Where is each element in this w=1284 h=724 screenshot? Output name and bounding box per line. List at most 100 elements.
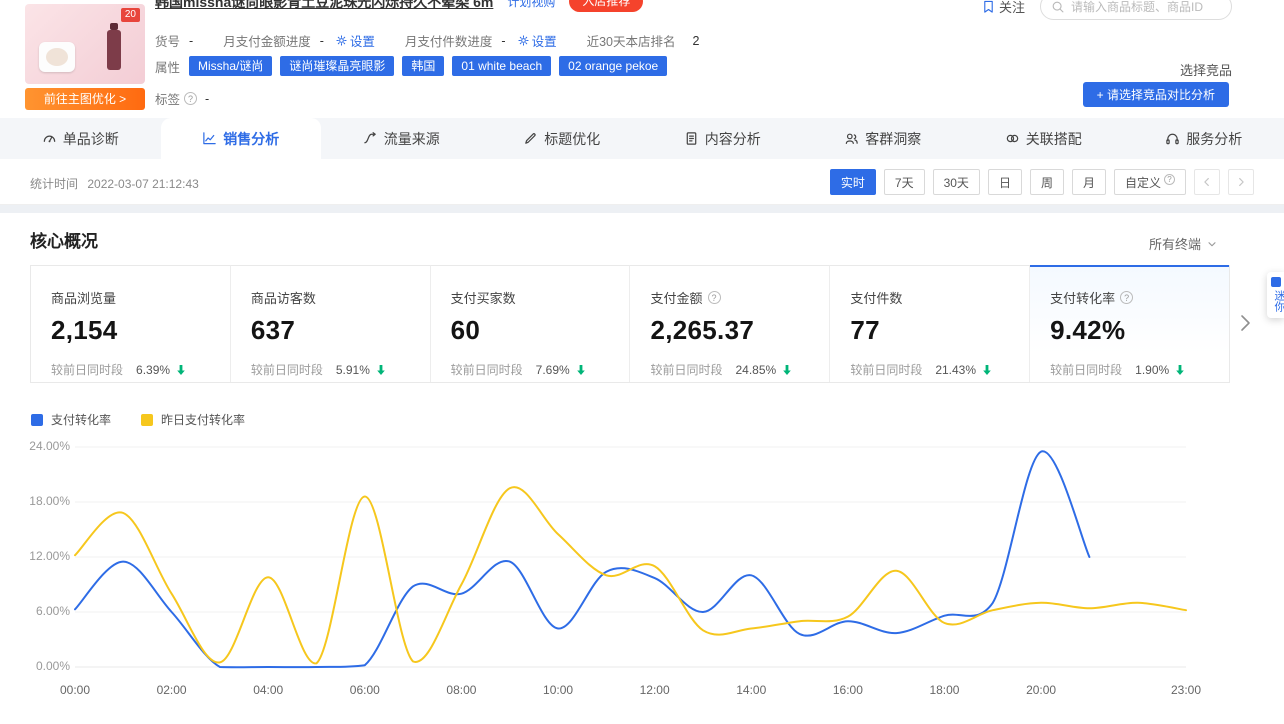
count-progress-field: 月支付件数进度 - 设置 [405, 31, 557, 50]
tags-info-icon[interactable]: ? [184, 92, 197, 105]
amount-progress-label: 月支付金额进度 [223, 31, 311, 50]
stat-time: 统计时间 2022-03-07 21:12:43 [30, 175, 199, 192]
y-axis-tick-label: 0.00% [0, 659, 70, 673]
cards-next-button[interactable] [1234, 309, 1256, 337]
tab-service-analysis[interactable]: 服务分析 [1124, 118, 1284, 159]
competitor-compare-button[interactable]: + 请选择竞品对比分析 [1083, 82, 1229, 107]
card-label: 商品浏览量 [51, 288, 230, 307]
legend-item-yesterday[interactable]: 昨日支付转化率 [141, 411, 245, 428]
floating-side-widget[interactable]: 迷你 [1267, 272, 1284, 318]
range-30d-button[interactable]: 30天 [933, 169, 980, 195]
legend-item-today[interactable]: 支付转化率 [31, 411, 111, 428]
card-pay-conversion[interactable]: 支付转化率 ? 9.42% 较前日同时段 1.90% [1030, 265, 1229, 382]
conversion-trend-chart: 支付转化率 昨日支付转化率 0.00%6.00%12.00%18.00%24.0… [0, 395, 1284, 724]
gauge-icon [42, 131, 57, 146]
range-week-button[interactable]: 周 [1030, 169, 1064, 195]
line-chart [0, 395, 1284, 724]
attr-tag-shade-2[interactable]: 02 orange pekoe [559, 56, 667, 76]
select-competitor-link[interactable]: 选择竞品 [1180, 60, 1232, 79]
amount-progress-settings-link[interactable]: 设置 [336, 31, 375, 50]
sku-value: - [189, 34, 193, 48]
attr-tag-shade-1[interactable]: 01 white beach [452, 56, 551, 76]
tab-label: 关联搭配 [1026, 129, 1082, 149]
pager-next-button[interactable] [1228, 169, 1254, 195]
down-arrow-icon [982, 364, 992, 376]
section-divider [0, 205, 1284, 213]
y-axis-tick-label: 12.00% [0, 549, 70, 563]
chevron-down-icon [1206, 238, 1218, 250]
analysis-tabbar: 单品诊断 销售分析 流量来源 标题优化 内容分析 [0, 118, 1284, 159]
search-input[interactable] [1071, 0, 1231, 14]
card-value: 9.42% [1050, 315, 1229, 346]
card-value: 637 [251, 315, 430, 346]
legend-label: 昨日支付转化率 [161, 411, 245, 428]
card-change: 较前日同时段 7.69% [451, 361, 630, 378]
y-axis-tick-label: 18.00% [0, 494, 70, 508]
range-month-button[interactable]: 月 [1072, 169, 1106, 195]
info-icon[interactable]: ? [708, 291, 721, 304]
legend-swatch-today [31, 414, 43, 426]
down-arrow-icon [1175, 364, 1185, 376]
tab-sales-analysis[interactable]: 销售分析 [161, 118, 322, 159]
tags-label: 标签 [155, 89, 180, 108]
plan-video-link[interactable]: 计划视购 [507, 0, 555, 10]
widget-icon [1271, 277, 1281, 287]
amount-progress-field: 月支付金额进度 - 设置 [223, 31, 375, 50]
range-custom-label: 自定义 [1125, 174, 1161, 191]
range-day-button[interactable]: 日 [988, 169, 1022, 195]
tab-label: 流量来源 [384, 129, 440, 149]
tab-label: 客群洞察 [865, 129, 921, 149]
product-search-box[interactable] [1040, 0, 1232, 20]
tags-value: - [205, 92, 209, 106]
card-label: 支付转化率 ? [1050, 288, 1229, 307]
card-value: 77 [850, 315, 1029, 346]
card-product-visitors[interactable]: 商品访客数 637 较前日同时段 5.91% [231, 265, 431, 382]
tab-label: 单品诊断 [63, 129, 119, 149]
tab-audience-insight[interactable]: 客群洞察 [803, 118, 964, 159]
title-row: 韩国missha谜尚眼影青土豆泥珠光闪烁持久不晕染 6m 计划视购 入店推荐 [155, 0, 643, 12]
card-label: 支付买家数 [451, 288, 630, 307]
follow-button[interactable]: 关注 [982, 0, 1025, 16]
trend-arrow-icon [363, 131, 378, 146]
attr-tag-series[interactable]: 谜尚璀璨晶亮眼影 [280, 56, 394, 76]
product-title-link[interactable]: 韩国missha谜尚眼影青土豆泥珠光闪烁持久不晕染 6m [155, 0, 493, 12]
main-pic-optimize-button[interactable]: 前往主图优化 > [25, 88, 145, 110]
y-axis-tick-label: 24.00% [0, 439, 70, 453]
card-change: 较前日同时段 5.91% [251, 361, 430, 378]
settings-label: 设置 [350, 31, 375, 50]
custom-info-icon: ? [1164, 174, 1175, 185]
x-axis-tick-label: 08:00 [431, 683, 491, 697]
x-axis-tick-label: 18:00 [914, 683, 974, 697]
info-icon[interactable]: ? [1120, 291, 1133, 304]
tab-related-match[interactable]: 关联搭配 [963, 118, 1124, 159]
card-change: 较前日同时段 1.90% [1050, 361, 1229, 378]
product-image[interactable]: 20 [25, 4, 145, 84]
card-pay-amount[interactable]: 支付金额 ? 2,265.37 较前日同时段 24.85% [630, 265, 830, 382]
range-7d-button[interactable]: 7天 [884, 169, 925, 195]
shop-rank-value: 2 [693, 34, 700, 48]
bookmark-icon [982, 0, 995, 14]
count-progress-settings-link[interactable]: 设置 [518, 31, 557, 50]
card-pay-buyers[interactable]: 支付买家数 60 较前日同时段 7.69% [431, 265, 631, 382]
tab-title-optimize[interactable]: 标题优化 [482, 118, 643, 159]
product-info-row: 货号 - 月支付金额进度 - 设置 月支付件数进度 - [155, 31, 729, 50]
range-custom-button[interactable]: 自定义 ? [1114, 169, 1186, 195]
x-axis-tick-label: 04:00 [238, 683, 298, 697]
tab-traffic-source[interactable]: 流量来源 [321, 118, 482, 159]
terminal-filter-dropdown[interactable]: 所有终端 [1149, 234, 1218, 253]
store-recommend-badge[interactable]: 入店推荐 [569, 0, 643, 12]
pager-prev-button[interactable] [1194, 169, 1220, 195]
card-product-views[interactable]: 商品浏览量 2,154 较前日同时段 6.39% [31, 265, 231, 382]
tab-content-analysis[interactable]: 内容分析 [642, 118, 803, 159]
chevron-left-icon [1201, 176, 1213, 188]
card-pay-items[interactable]: 支付件数 77 较前日同时段 21.43% [830, 265, 1030, 382]
attr-tag-brand[interactable]: Missha/谜尚 [189, 56, 272, 76]
down-arrow-icon [782, 364, 792, 376]
tab-product-diagnosis[interactable]: 单品诊断 [0, 118, 161, 159]
down-arrow-icon [576, 364, 586, 376]
shop-rank-field: 近30天本店排名 2 [587, 31, 700, 50]
shop-rank-label: 近30天本店排名 [587, 31, 676, 50]
attr-tag-origin[interactable]: 韩国 [402, 56, 444, 76]
range-realtime-button[interactable]: 实时 [830, 169, 876, 195]
sku-label: 货号 [155, 31, 180, 50]
